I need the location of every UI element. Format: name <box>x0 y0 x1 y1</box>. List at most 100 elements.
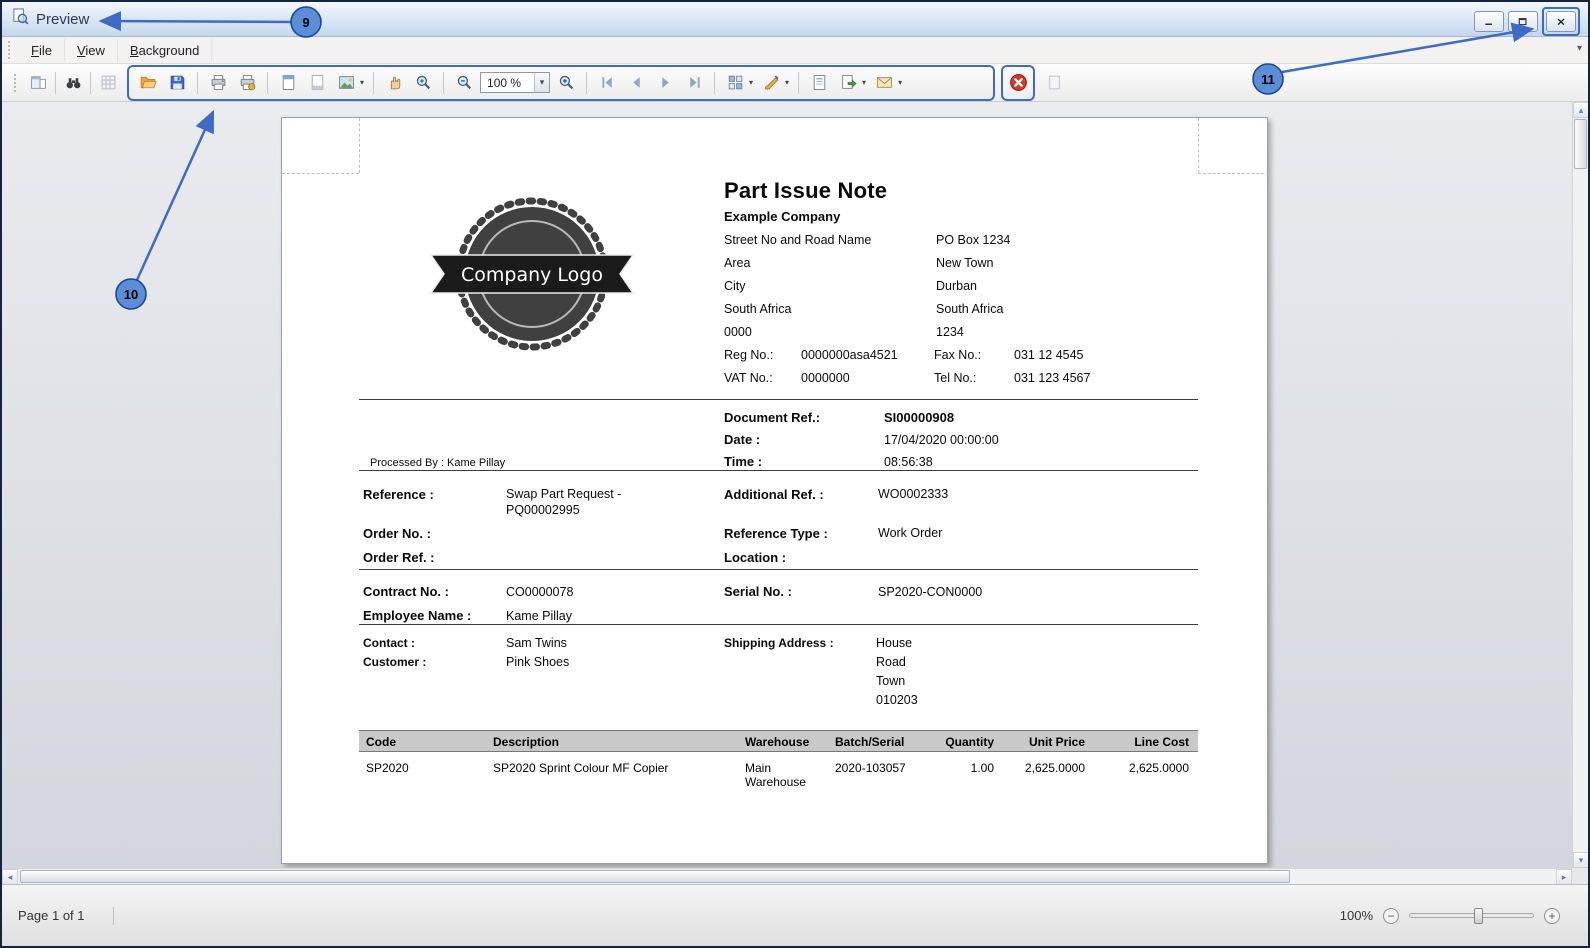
vertical-scroll-thumb[interactable] <box>1574 119 1587 169</box>
address-line: PO Box 1234 <box>936 233 1011 247</box>
last-page-icon[interactable] <box>681 70 707 96</box>
horizontal-scroll-thumb[interactable] <box>20 870 1290 883</box>
employee-label: Employee Name : <box>363 608 472 623</box>
open-icon[interactable] <box>135 70 161 96</box>
separator <box>443 71 445 94</box>
zoom-in-button[interactable]: + <box>1544 907 1560 924</box>
serial-no-label: Serial No. : <box>724 584 792 599</box>
processed-by: Processed By : Kame Pillay <box>370 457 506 469</box>
toolbar: ▾ 100 % ▾ ▾ ▾ ▾ ▾ <box>2 64 1588 102</box>
serial-no-value: SP2020-CON0000 <box>878 585 983 599</box>
document-title: Part Issue Note <box>724 178 888 203</box>
scroll-down-icon[interactable]: ▾ <box>1573 852 1588 868</box>
page-info: Page 1 of 1 <box>18 908 85 923</box>
scroll-left-icon[interactable]: ◂ <box>2 869 18 885</box>
contract-no-label: Contract No. : <box>363 584 449 599</box>
shipping-line: Town <box>876 674 906 688</box>
address-line: Area <box>724 256 751 270</box>
zoom-slider-thumb[interactable] <box>1473 908 1483 924</box>
document-map-icon[interactable] <box>806 70 832 96</box>
reference-value: PQ00002995 <box>506 503 580 517</box>
minimize-button[interactable] <box>1474 11 1504 32</box>
date-label: Date : <box>724 432 761 447</box>
statusbar-separator <box>112 906 114 925</box>
multiple-pages-icon[interactable] <box>722 70 748 96</box>
company-name: Example Company <box>724 209 841 224</box>
zoom-percentage: 100% <box>1339 908 1373 923</box>
order-ref-label: Order Ref. : <box>363 550 435 565</box>
export-icon[interactable] <box>835 70 861 96</box>
status-bar: Page 1 of 1 100% − + <box>2 884 1588 946</box>
shipping-line: Road <box>876 655 906 669</box>
time-value: 08:56:38 <box>884 455 933 469</box>
zoom-slider[interactable] <box>1409 908 1534 924</box>
separator <box>714 71 716 94</box>
vat-label: VAT No.: <box>724 371 773 385</box>
grid-icon[interactable] <box>95 70 121 96</box>
zoom-combobox[interactable]: 100 % ▾ <box>480 72 551 93</box>
scroll-up-icon[interactable]: ▴ <box>1573 102 1588 118</box>
separator <box>267 71 268 94</box>
reference-type-value: Work Order <box>878 526 943 540</box>
close-preview-icon[interactable] <box>1005 70 1031 96</box>
preview-canvas[interactable]: Company Logo Part Issue Note Example Com… <box>2 102 1572 868</box>
chevron-down-icon[interactable]: ▾ <box>534 73 550 92</box>
margin-guide <box>359 118 360 173</box>
zoom-out-button[interactable]: − <box>1383 907 1399 924</box>
zoom-in-icon[interactable] <box>553 70 579 96</box>
page-placeholder-icon[interactable] <box>1041 70 1067 96</box>
toolbar-main-group-highlight: ▾ 100 % ▾ ▾ ▾ ▾ ▾ <box>127 64 995 101</box>
chevron-down-icon[interactable]: ▾ <box>749 78 753 87</box>
page-footer-icon[interactable] <box>304 70 330 96</box>
menu-file[interactable]: File <box>19 38 65 62</box>
col-header-line-cost: Line Cost <box>1134 735 1189 749</box>
address-line: Street No and Road Name <box>724 233 872 247</box>
scale-picture-icon[interactable] <box>333 70 359 96</box>
maximize-button[interactable] <box>1508 11 1538 32</box>
print-direct-icon[interactable] <box>234 70 260 96</box>
customer-label: Customer : <box>363 655 427 669</box>
page-header-icon[interactable] <box>275 70 301 96</box>
previous-page-icon[interactable] <box>623 70 649 96</box>
cell-code: SP2020 <box>366 761 409 775</box>
scroll-right-icon[interactable]: ▸ <box>1556 869 1572 885</box>
zoom-tool-icon[interactable] <box>410 70 436 96</box>
chevron-down-icon[interactable]: ▾ <box>785 78 789 87</box>
menu-view[interactable]: View <box>65 38 118 62</box>
zoom-out-icon[interactable] <box>451 70 477 96</box>
chevron-down-icon[interactable]: ▾ <box>360 78 364 87</box>
order-no-label: Order No. : <box>363 526 431 541</box>
vat-value: 0000000 <box>801 371 850 385</box>
address-line: Durban <box>936 279 977 293</box>
watermark-icon[interactable] <box>758 70 784 96</box>
save-icon[interactable] <box>164 70 190 96</box>
address-line: 1234 <box>936 325 964 339</box>
email-icon[interactable] <box>871 70 897 96</box>
chevron-down-icon[interactable]: ▾ <box>862 78 866 87</box>
separator <box>197 71 198 94</box>
horizontal-scrollbar[interactable]: ◂ ▸ <box>2 868 1572 885</box>
hand-tool-icon[interactable] <box>381 70 407 96</box>
section-divider <box>359 569 1198 570</box>
next-page-icon[interactable] <box>652 70 678 96</box>
print-icon[interactable] <box>205 70 231 96</box>
cell-unit-price: 2,625.0000 <box>1024 761 1085 775</box>
dock-panels-icon[interactable] <box>25 70 51 96</box>
separator <box>586 71 588 94</box>
col-header-code: Code <box>366 735 396 749</box>
col-header-batch-serial: Batch/Serial <box>835 735 905 749</box>
first-page-icon[interactable] <box>594 70 620 96</box>
reference-label: Reference : <box>363 487 434 502</box>
col-header-description: Description <box>493 735 560 749</box>
reg-value: 0000000asa4521 <box>801 348 898 362</box>
find-icon[interactable] <box>60 70 86 96</box>
close-icon <box>1557 18 1565 25</box>
close-button[interactable] <box>1546 11 1576 32</box>
minimize-icon <box>1485 23 1492 25</box>
menu-background[interactable]: Background <box>118 38 213 62</box>
vertical-scrollbar[interactable]: ▴ ▾ <box>1572 102 1588 868</box>
col-header-quantity: Quantity <box>945 735 994 749</box>
chevron-down-icon[interactable]: ▾ <box>898 78 902 87</box>
report-page[interactable]: Company Logo Part Issue Note Example Com… <box>281 117 1269 864</box>
toolbar-options-caret-icon[interactable]: ▾ <box>1577 43 1582 54</box>
